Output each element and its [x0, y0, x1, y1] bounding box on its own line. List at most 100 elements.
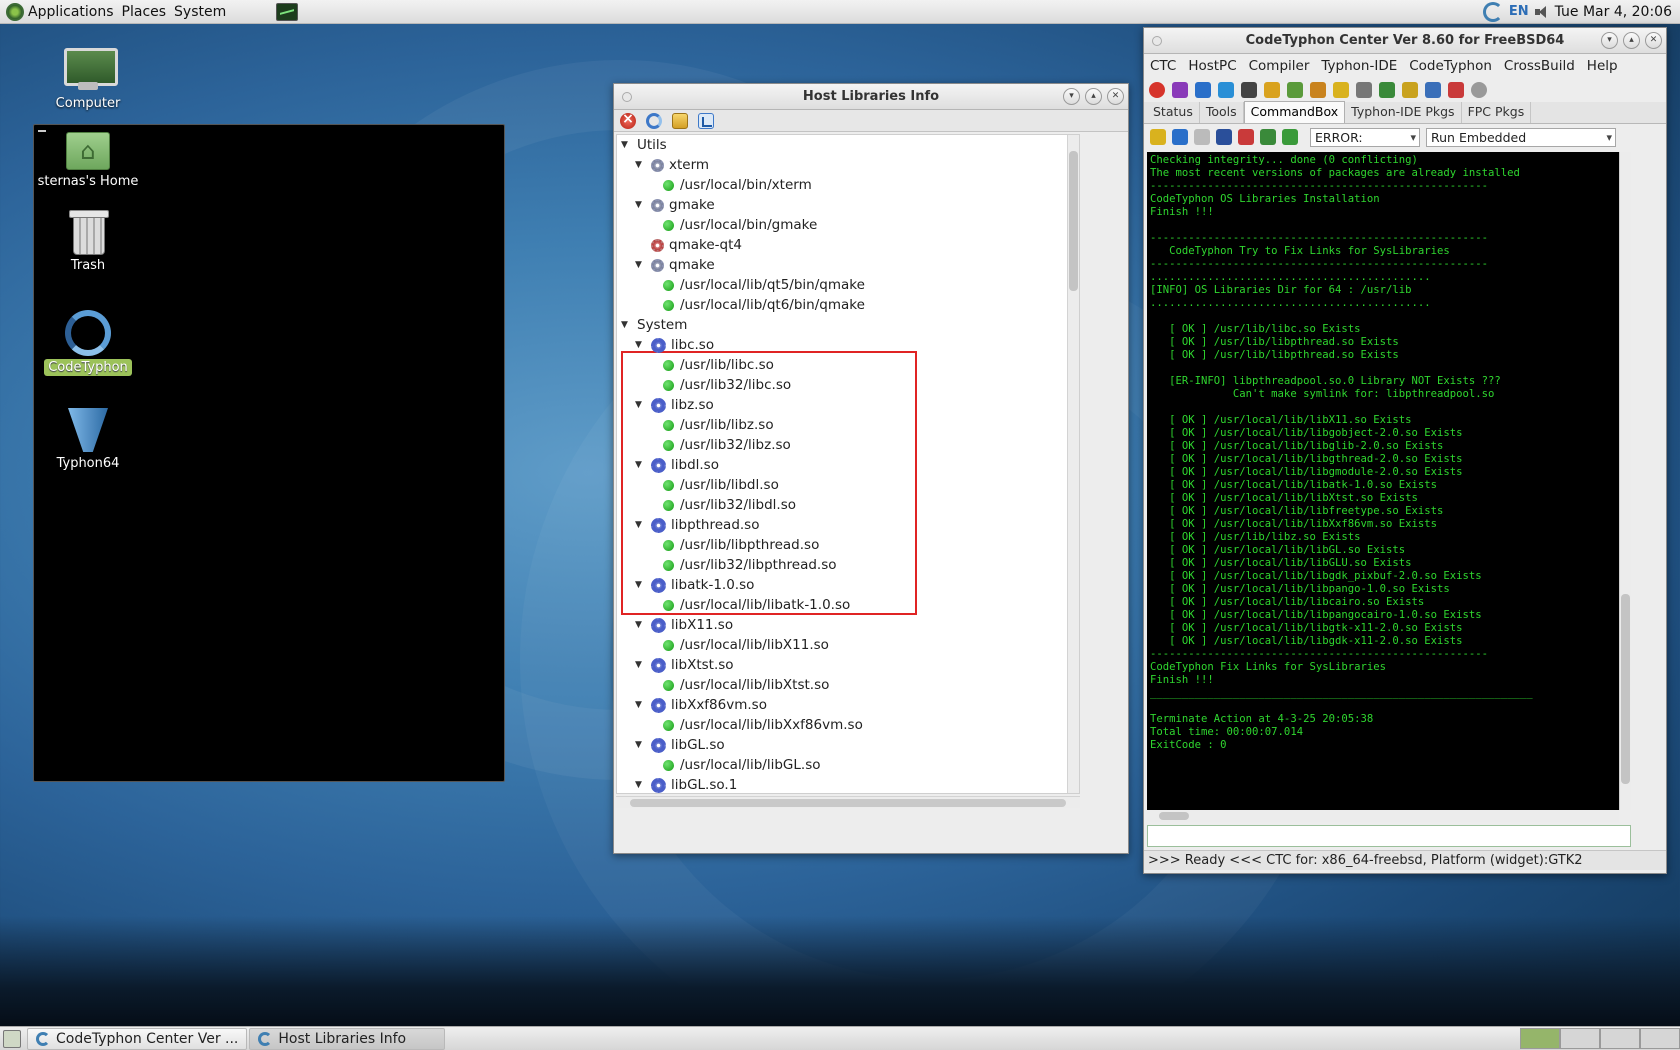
desktop-icon-codetyphon[interactable]: CodeTyphon [28, 310, 148, 376]
tree-path-leaf[interactable]: /usr/lib/libpthread.so [663, 536, 819, 555]
menu-help[interactable]: Help [1587, 58, 1618, 74]
upload-icon[interactable] [1260, 129, 1276, 145]
desktop-icon-computer[interactable]: Computer [28, 48, 148, 111]
system-monitor-launcher-icon[interactable] [276, 2, 299, 21]
download-icon[interactable] [1172, 82, 1188, 98]
workspace-1[interactable] [1520, 1028, 1560, 1049]
tree-path-leaf[interactable]: /usr/lib/libz.so [663, 416, 774, 435]
refresh-icon[interactable] [646, 112, 662, 129]
volume-icon[interactable] [1534, 5, 1549, 19]
expand-arrow-icon[interactable]: ▼ [635, 256, 645, 275]
expand-arrow-icon[interactable]: ▼ [621, 136, 631, 155]
font-icon[interactable] [1216, 129, 1232, 145]
copy-icon[interactable] [1194, 129, 1210, 145]
scrollbar-thumb[interactable] [1159, 812, 1189, 820]
tree-library-node[interactable]: ▼ xterm [635, 156, 709, 175]
build-icon[interactable] [1310, 82, 1326, 98]
tree-path-leaf[interactable]: /usr/local/lib/libGL.so [663, 756, 821, 775]
maximize-button[interactable]: ▴ [1085, 88, 1102, 105]
tree-category[interactable]: ▼ Utils [621, 136, 667, 155]
download-green-icon[interactable] [1282, 129, 1298, 145]
tree-path-leaf[interactable]: /usr/lib32/libpthread.so [663, 556, 837, 575]
expand-arrow-icon[interactable]: ▼ [635, 336, 645, 355]
run-mode-combo[interactable]: Run Embedded [1426, 127, 1616, 147]
power-icon[interactable] [1149, 82, 1165, 98]
show-desktop-icon[interactable] [3, 1029, 21, 1048]
tree-library-node[interactable]: ▼ libGL.so [635, 736, 725, 755]
console-output[interactable]: Checking integrity... done (0 conflictin… [1147, 152, 1619, 810]
keyboard-layout-indicator[interactable]: EN [1509, 4, 1529, 19]
save-icon[interactable] [1172, 129, 1188, 145]
tree-path-leaf[interactable]: /usr/local/lib/libatk-1.0.so [663, 596, 850, 615]
window-menu-icon[interactable] [1152, 36, 1162, 46]
folder-icon[interactable] [1264, 82, 1280, 98]
menu-compiler[interactable]: Compiler [1249, 58, 1310, 74]
wand-icon[interactable] [1333, 82, 1349, 98]
tree-library-node[interactable]: ▼ libX11.so [635, 616, 733, 635]
clock[interactable]: Tue Mar 4, 20:06 [1555, 4, 1672, 20]
applications-menu[interactable]: Applications [28, 4, 122, 20]
close-button[interactable]: ✕ [1645, 32, 1662, 49]
64-icon[interactable] [1448, 82, 1464, 98]
tree-library-node[interactable]: qmake-qt4 [635, 236, 742, 255]
expand-arrow-icon[interactable]: ▼ [635, 456, 645, 475]
tab-commandbox[interactable]: CommandBox [1243, 101, 1346, 123]
tree-library-node[interactable]: ▼ libXtst.so [635, 656, 734, 675]
tree-library-node[interactable]: ▼ libXxf86vm.so [635, 696, 767, 715]
tree-path-leaf[interactable]: /usr/lib/libc.so [663, 356, 774, 375]
minimize-button[interactable]: ▾ [1601, 32, 1618, 49]
codetyphon-tray-icon[interactable] [1482, 1, 1503, 22]
menu-codetyphon[interactable]: CodeTyphon [1409, 58, 1492, 74]
folder-icon[interactable] [672, 112, 688, 129]
tree-path-leaf[interactable]: /usr/local/bin/xterm [663, 176, 812, 195]
maximize-button[interactable]: ▴ [1623, 32, 1640, 49]
menu-typhon-ide[interactable]: Typhon-IDE [1321, 58, 1397, 74]
tree-library-node[interactable]: ▼ libdl.so [635, 456, 719, 475]
library-tree[interactable]: ▼ Utils ▼ xterm/usr/local/bin/xterm ▼ gmake/u… [616, 134, 1080, 794]
font-color-icon[interactable] [1238, 129, 1254, 145]
tree-path-leaf[interactable]: /usr/local/lib/qt5/bin/qmake [663, 276, 865, 295]
menu-hostpc[interactable]: HostPC [1188, 58, 1236, 74]
gear-green-icon[interactable] [1379, 82, 1395, 98]
scrollbar-thumb[interactable] [1069, 151, 1078, 291]
expand-arrow-icon[interactable]: ▼ [635, 516, 645, 535]
window-titlebar[interactable]: Host Libraries Info ▾ ▴ ✕ [614, 84, 1128, 110]
tree-horizontal-scrollbar[interactable] [616, 796, 1080, 808]
menu-ctc[interactable]: CTC [1150, 58, 1176, 74]
tree-vertical-scrollbar[interactable] [1067, 135, 1079, 793]
tree-path-leaf[interactable]: /usr/local/lib/libXxf86vm.so [663, 716, 863, 735]
desktop-icon-typhon64[interactable]: Typhon64 [28, 408, 148, 471]
task-host-libraries[interactable]: Host Libraries Info [249, 1027, 446, 1050]
task-codetyphon-center[interactable]: CodeTyphon Center Ver ... [27, 1027, 248, 1050]
close-icon[interactable] [620, 111, 636, 129]
tools-icon[interactable] [1356, 82, 1372, 98]
tree-library-node[interactable]: ▼ libz.so [635, 396, 714, 415]
tree-category[interactable]: ▼ System [621, 316, 687, 335]
desktop-icon-home[interactable]: sternas's Home [28, 132, 148, 189]
network-icon[interactable] [1425, 82, 1441, 98]
expand-arrow-icon[interactable]: ▼ [635, 156, 645, 175]
command-input[interactable] [1147, 825, 1631, 847]
expand-arrow-icon[interactable]: ▼ [635, 616, 645, 635]
info-icon[interactable] [1195, 82, 1211, 98]
tree-library-node[interactable]: ▼ gmake [635, 196, 715, 215]
tree-path-leaf[interactable]: /usr/local/lib/libXtst.so [663, 676, 829, 695]
menu-crossbuild[interactable]: CrossBuild [1504, 58, 1575, 74]
workspace-2[interactable] [1560, 1028, 1600, 1049]
tree-library-node[interactable]: ▼ libc.so [635, 336, 714, 355]
tab-status[interactable]: Status [1147, 102, 1200, 123]
expand-arrow-icon[interactable]: ▼ [621, 316, 631, 335]
expand-arrow-icon[interactable]: ▼ [635, 696, 645, 715]
distro-logo-icon[interactable] [6, 2, 24, 21]
tree-path-leaf[interactable]: /usr/local/lib/libX11.so [663, 636, 829, 655]
expand-arrow-icon[interactable]: ▼ [635, 396, 645, 415]
system-menu[interactable]: System [174, 4, 234, 20]
expand-arrow-icon[interactable]: ▼ [635, 736, 645, 755]
expand-arrow-icon[interactable]: ▼ [635, 576, 645, 595]
tab-typhon-ide-pkgs[interactable]: Typhon-IDE Pkgs [1345, 102, 1462, 123]
workspace-3[interactable] [1600, 1028, 1640, 1049]
window-titlebar[interactable]: CodeTyphon Center Ver 8.60 for FreeBSD64… [1144, 28, 1666, 54]
brush-icon[interactable] [1150, 129, 1166, 145]
close-button[interactable]: ✕ [1107, 88, 1124, 105]
file-arrow-icon[interactable] [1287, 82, 1303, 98]
